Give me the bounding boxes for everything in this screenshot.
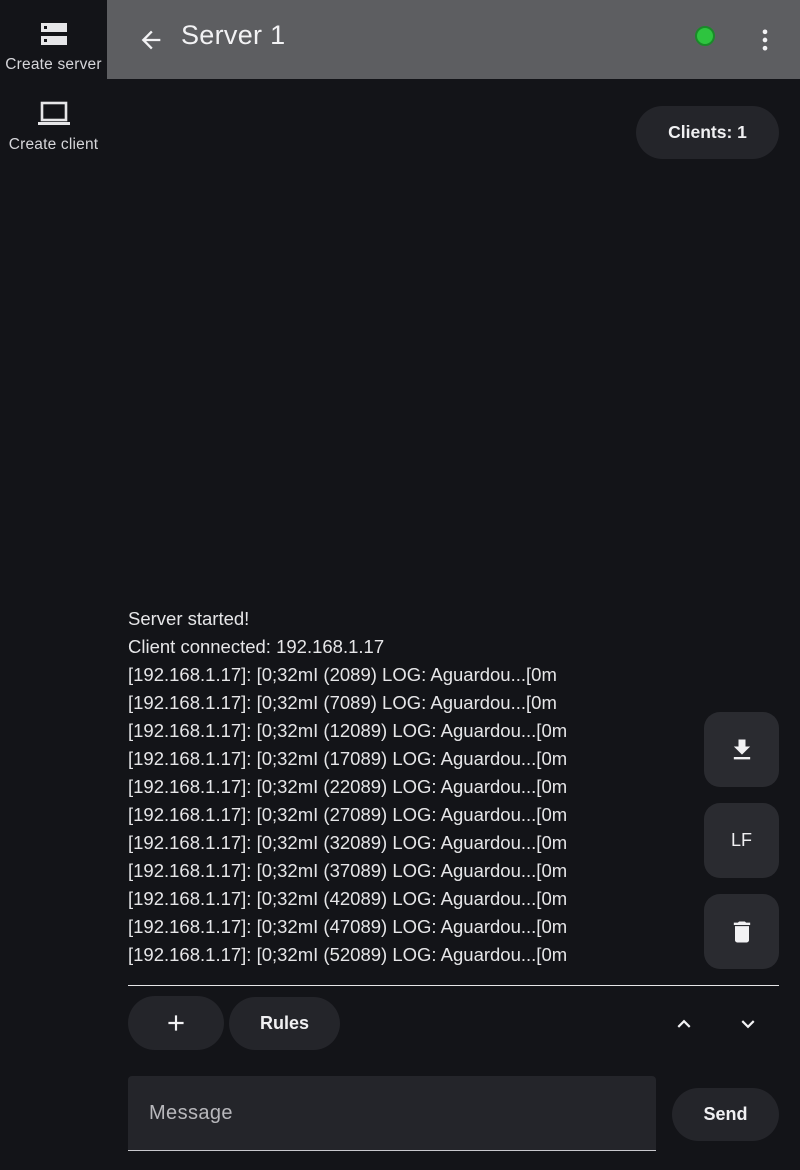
- connection-status-indicator: [695, 26, 715, 46]
- top-app-bar: Server 1: [107, 0, 800, 79]
- plus-icon: [168, 1015, 184, 1031]
- navigation-rail: Create server Create client: [0, 0, 107, 1170]
- log-line: [192.168.1.17]: [0;32mI (42089) LOG: Agu…: [128, 888, 568, 909]
- rail-item-label: Create client: [8, 136, 99, 153]
- more-options-button[interactable]: [741, 16, 789, 64]
- message-field[interactable]: [128, 1076, 656, 1151]
- trash-icon: [733, 921, 750, 942]
- rules-button[interactable]: Rules: [229, 997, 340, 1050]
- log-line: [192.168.1.17]: [0;32mI (2089) LOG: Agua…: [128, 664, 557, 685]
- rail-item-label: Create server: [5, 56, 102, 73]
- log-line: [192.168.1.17]: [0;32mI (7089) LOG: Agua…: [128, 692, 557, 713]
- log-divider: [128, 985, 779, 986]
- log-line: Client connected: 192.168.1.17: [128, 636, 385, 657]
- log-line: Server started!: [128, 608, 250, 629]
- add-button[interactable]: [128, 996, 224, 1050]
- download-log-button[interactable]: [704, 712, 779, 787]
- chevron-up-icon: [677, 1019, 691, 1028]
- log-output: Server started! Client connected: 192.168…: [128, 605, 688, 969]
- back-button[interactable]: [127, 16, 175, 64]
- download-icon: [733, 739, 750, 759]
- log-line: [192.168.1.17]: [0;32mI (17089) LOG: Agu…: [128, 748, 568, 769]
- arrow-back-icon: [141, 30, 161, 50]
- line-ending-lf-button[interactable]: LF: [704, 803, 779, 878]
- dns-server-icon: [40, 23, 67, 45]
- laptop-icon: [37, 101, 70, 125]
- rail-item-create-server[interactable]: Create server: [0, 20, 107, 74]
- log-line: [192.168.1.17]: [0;32mI (12089) LOG: Agu…: [128, 720, 568, 741]
- log-line: [192.168.1.17]: [0;32mI (37089) LOG: Agu…: [128, 860, 568, 881]
- log-line: [192.168.1.17]: [0;32mI (22089) LOG: Agu…: [128, 776, 568, 797]
- rail-item-create-client[interactable]: Create client: [0, 100, 107, 154]
- more-vert-icon: [762, 29, 768, 51]
- scroll-up-button[interactable]: [660, 1000, 708, 1048]
- clients-count-button[interactable]: Clients: 1: [636, 106, 779, 159]
- send-button[interactable]: Send: [672, 1088, 779, 1141]
- message-input[interactable]: [128, 1076, 656, 1150]
- log-line: [192.168.1.17]: [0;32mI (52089) LOG: Agu…: [128, 944, 568, 965]
- page-title: Server 1: [181, 20, 286, 50]
- log-line: [192.168.1.17]: [0;32mI (32089) LOG: Agu…: [128, 832, 568, 853]
- chevron-down-icon: [741, 1020, 755, 1029]
- scroll-down-button[interactable]: [724, 1000, 772, 1048]
- log-line: [192.168.1.17]: [0;32mI (47089) LOG: Agu…: [128, 916, 568, 937]
- clear-log-button[interactable]: [704, 894, 779, 969]
- log-line: [192.168.1.17]: [0;32mI (27089) LOG: Agu…: [128, 804, 568, 825]
